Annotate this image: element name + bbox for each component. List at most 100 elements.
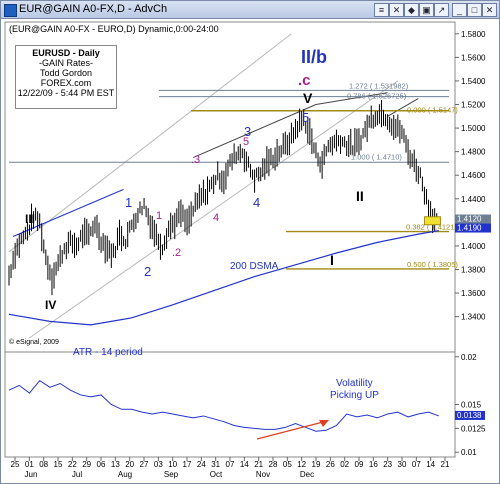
price-y-tick-label: 1.3800: [461, 266, 486, 275]
window-title: EUR@GAIN A0-FX,D - AdvCh: [19, 3, 168, 15]
unlink-button[interactable]: ✕: [389, 3, 404, 17]
x-day-label: 26: [326, 460, 335, 469]
wave-label: 5: [302, 110, 309, 125]
x-day-label: 16: [369, 460, 378, 469]
x-day-label: 25: [11, 460, 20, 469]
x-day-label: 20: [125, 460, 134, 469]
atr-note-2: Picking UP: [330, 390, 379, 401]
price-y-tick-label: 1.5400: [461, 77, 486, 86]
last-price-label-bg: 1.4120: [457, 215, 482, 224]
atr-y-tick-label: 0.02: [461, 353, 477, 362]
wave-label: III: [25, 212, 35, 226]
x-day-label: 06: [97, 460, 106, 469]
x-day-label: 03: [154, 460, 163, 469]
x-day-label: 01: [25, 460, 34, 469]
x-day-label: 22: [68, 460, 77, 469]
price-highlight: [423, 216, 441, 226]
x-month-label: Oct: [210, 470, 223, 479]
price-y-tick-label: 1.5200: [461, 101, 486, 110]
wave-label: 1: [125, 195, 132, 210]
ma-line: [8, 230, 439, 326]
x-day-label: 13: [111, 460, 120, 469]
info-line-5: 12/22/09 - 5:44 PM EST: [17, 88, 115, 98]
wave-label: II/b: [301, 47, 327, 67]
price-y-tick-label: 1.4800: [461, 148, 486, 157]
maximize-button[interactable]: □: [467, 3, 482, 17]
x-day-label: 07: [412, 460, 421, 469]
info-box: EURUSD - Daily -GAIN Rates- Todd Gordon …: [15, 45, 117, 109]
price-y-tick-label: 1.5000: [461, 124, 486, 133]
minimize-button[interactable]: _: [452, 3, 467, 17]
atr-last-label: 0.0138: [457, 411, 482, 420]
x-day-label: 23: [383, 460, 392, 469]
atr-panel-frame: [4, 351, 456, 458]
wave-label: 4: [253, 195, 260, 210]
atr-y-tick-label: 0.015: [461, 401, 482, 410]
x-month-label: Sep: [164, 470, 179, 479]
x-month-label: Jul: [72, 470, 82, 479]
x-day-label: 02: [340, 460, 349, 469]
atr-series: 0.0138: [8, 379, 485, 432]
app-icon: [4, 4, 17, 17]
expand-button[interactable]: ↗: [434, 3, 449, 17]
atr-y-tick-label: 0.01: [461, 448, 477, 457]
wave-label: V: [303, 90, 313, 106]
x-day-label: 07: [226, 460, 235, 469]
x-day-label: 10: [168, 460, 177, 469]
fib-label: 1.272 ( 1.531982): [349, 81, 409, 90]
fib-label: 0.786 ( 1.526725): [347, 92, 407, 101]
x-day-label: 15: [54, 460, 63, 469]
x-month-label: Jun: [25, 470, 38, 479]
last-price-label: 1.4190: [457, 224, 482, 233]
x-month-label: Dec: [300, 470, 314, 479]
wave-label: IV: [45, 298, 56, 312]
price-y-tick-label: 1.4600: [461, 171, 486, 180]
wave-label: 200 DSMA: [230, 261, 279, 272]
price-y-tick-label: 1.5600: [461, 53, 486, 62]
wave-label: 5: [243, 136, 249, 148]
x-day-label: 30: [398, 460, 407, 469]
x-day-label: 09: [355, 460, 364, 469]
x-day-label: 31: [211, 460, 220, 469]
price-y-tick-label: 1.4000: [461, 242, 486, 251]
price-series: [8, 100, 441, 326]
x-day-label: 12: [297, 460, 306, 469]
atr-note-1: Volatility: [336, 378, 373, 389]
atr-title: ATR - 14 period: [73, 347, 143, 358]
x-day-label: 19: [312, 460, 321, 469]
atr-line: [8, 379, 439, 432]
x-month-label: Aug: [118, 470, 132, 479]
menu-button[interactable]: ≡: [374, 3, 389, 17]
wave-label: I: [330, 252, 334, 268]
layout-button[interactable]: ▣: [419, 3, 434, 17]
title-bar[interactable]: EUR@GAIN A0-FX,D - AdvCh ≡ ✕ ◆ ▣ ↗ _ □ ✕: [1, 1, 499, 19]
info-line-3: Todd Gordon: [39, 68, 93, 78]
x-month-label: Nov: [256, 470, 270, 479]
x-day-label: 28: [269, 460, 278, 469]
wave-label: 1: [156, 210, 162, 222]
channel-lower-line: [29, 80, 399, 339]
x-day-label: 29: [82, 460, 91, 469]
price-y-tick-label: 1.3600: [461, 289, 486, 298]
x-day-label: 21: [441, 460, 450, 469]
price-y-tick-label: 1.3400: [461, 313, 486, 322]
atr-y-tick-label: 0.0125: [461, 424, 486, 433]
close-button[interactable]: ✕: [482, 3, 497, 17]
x-day-label: 05: [283, 460, 292, 469]
wave-label: .c: [298, 72, 311, 89]
wave-label: .3: [191, 154, 200, 166]
fib-label: 0.500 ( 1.3805): [407, 260, 458, 269]
x-day-label: 17: [183, 460, 192, 469]
symbol-button[interactable]: ◆: [404, 3, 419, 17]
copyright: © eSignal, 2009: [9, 338, 59, 346]
x-day-label: 08: [39, 460, 48, 469]
wave-label: 4: [213, 212, 219, 224]
x-day-label: 14: [426, 460, 435, 469]
x-day-label: 27: [140, 460, 149, 469]
arrow-head-icon: [319, 420, 329, 427]
x-day-label: 21: [254, 460, 263, 469]
wave-label: 2: [144, 264, 151, 279]
wave-label: .2: [172, 247, 181, 259]
chart-window: EUR@GAIN A0-FX,D - AdvCh ≡ ✕ ◆ ▣ ↗ _ □ ✕…: [0, 0, 500, 484]
fib-label: 0.000 ( 1.5147): [407, 106, 458, 115]
